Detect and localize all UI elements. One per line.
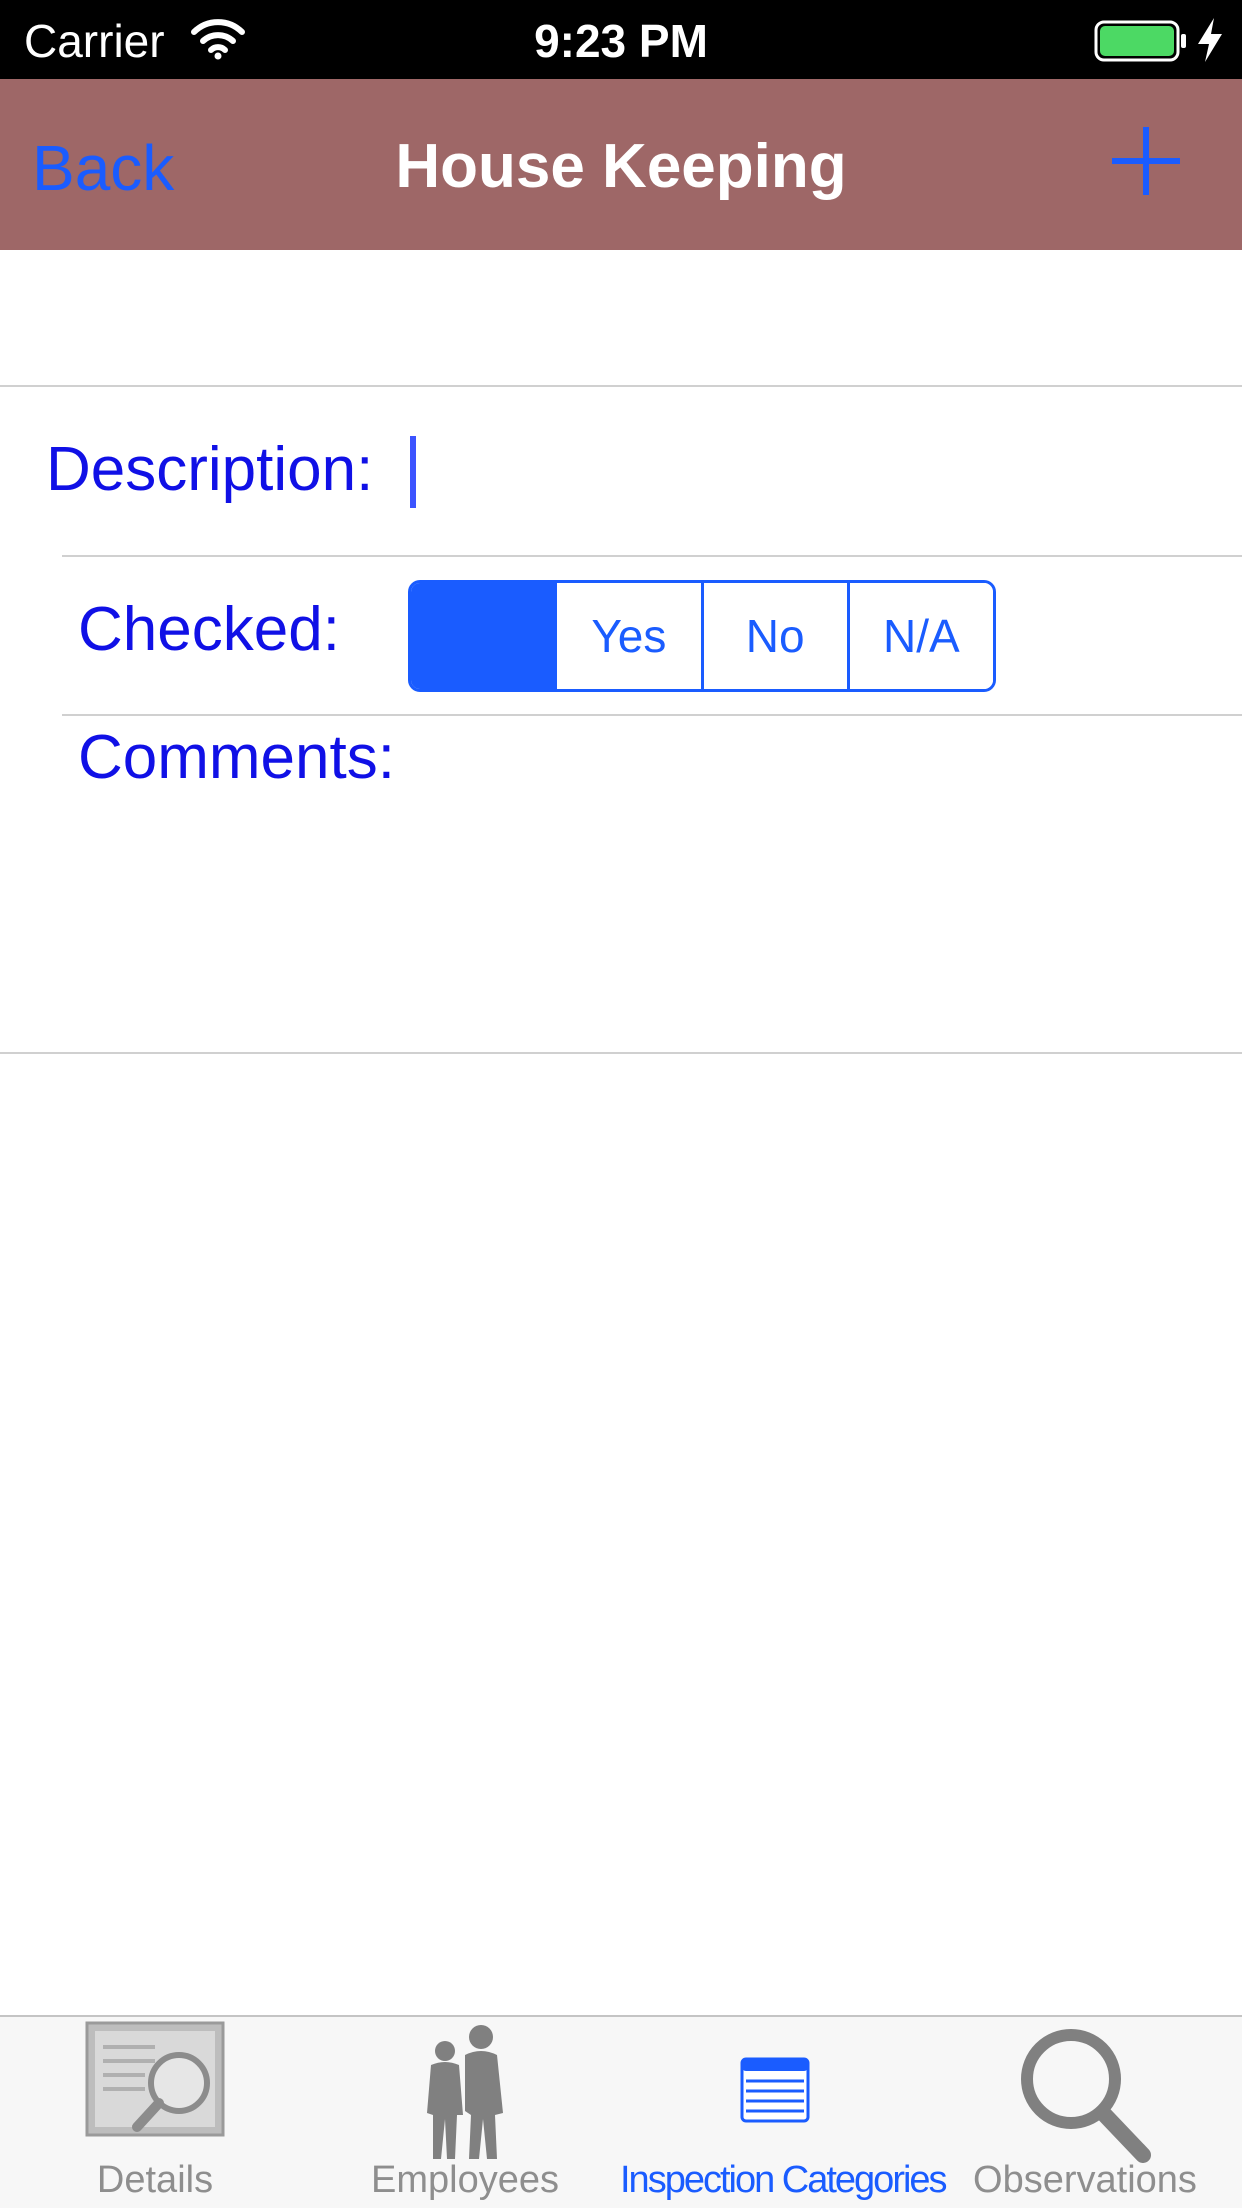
checked-label: Checked: — [78, 595, 340, 664]
screen: Carrier 9:23 PM Back House Keeping Descr… — [0, 0, 1242, 2208]
tab-observations[interactable]: Observations — [930, 2017, 1240, 2208]
tab-details[interactable]: Details — [0, 2017, 310, 2208]
section-divider — [0, 1052, 1242, 1054]
checked-segmented-control: Yes No N/A — [408, 580, 996, 692]
checked-option-no[interactable]: No — [703, 583, 850, 689]
tab-bar: Details Employees Inspection Categories — [0, 2015, 1242, 2208]
tab-label: Observations — [973, 2159, 1197, 2201]
description-input[interactable] — [408, 426, 1188, 516]
description-label: Description: — [46, 435, 374, 504]
status-bar: Carrier 9:23 PM — [0, 0, 1242, 79]
tab-label: Inspection Categories — [620, 2159, 948, 2201]
employees-silhouette-icon — [427, 2025, 503, 2159]
navigation-bar: Back House Keeping — [0, 79, 1242, 250]
tab-label: Details — [96, 2159, 214, 2201]
tab-label: Employees — [371, 2159, 559, 2201]
page-title: House Keeping — [395, 132, 847, 201]
checked-option-blank[interactable] — [411, 583, 558, 689]
details-magnifier-icon — [85, 2021, 225, 2137]
search-icon — [1021, 2029, 1151, 2163]
tab-inspection-categories[interactable]: Inspection Categories — [620, 2017, 948, 2208]
row-divider — [62, 555, 1242, 557]
plus-icon[interactable] — [1110, 125, 1182, 197]
row-divider — [62, 714, 1242, 716]
status-time: 9:23 PM — [534, 15, 708, 67]
section-divider — [0, 385, 1242, 387]
comments-label: Comments: — [78, 723, 395, 792]
charging-icon — [1198, 18, 1222, 62]
battery-icon — [1094, 20, 1186, 62]
list-icon — [740, 2057, 810, 2123]
text-cursor — [410, 436, 416, 508]
checked-option-yes[interactable]: Yes — [557, 583, 704, 689]
tab-employees[interactable]: Employees — [310, 2017, 620, 2208]
comments-input[interactable] — [78, 800, 1208, 1040]
checked-option-na[interactable]: N/A — [849, 583, 993, 689]
